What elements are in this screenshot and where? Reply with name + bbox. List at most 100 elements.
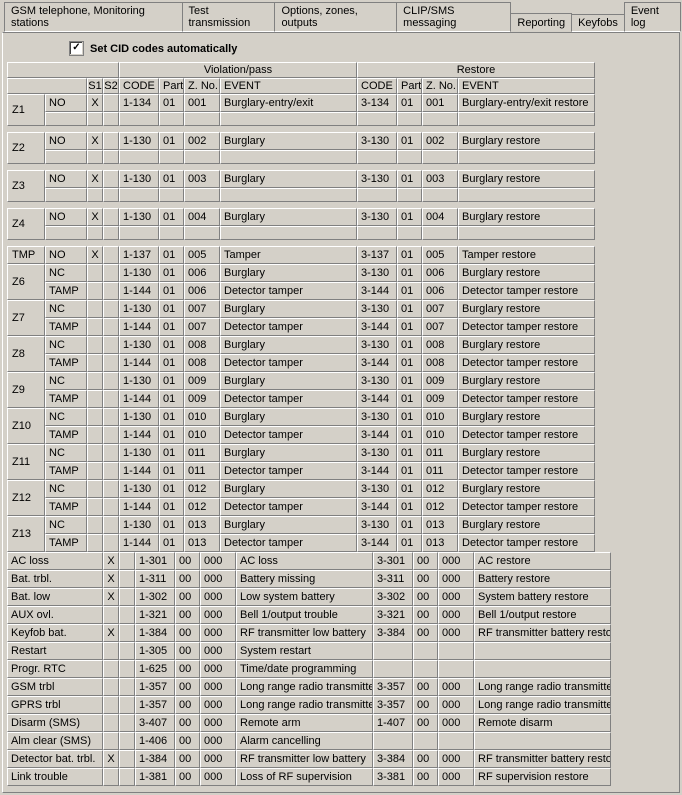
zone-z12-a-vcode[interactable]: 1-130 bbox=[119, 480, 159, 498]
tab-test-transmission[interactable]: Test transmission bbox=[182, 2, 276, 32]
zone-z7-a-s1[interactable] bbox=[87, 300, 103, 318]
tab-clip-sms-messaging[interactable]: CLIP/SMS messaging bbox=[396, 2, 511, 32]
zone-z10-b-s1[interactable] bbox=[87, 426, 103, 444]
misc-vpart[interactable]: 00 bbox=[175, 732, 200, 750]
zone-z4-a-s1[interactable]: X bbox=[87, 208, 103, 226]
misc-vzno[interactable]: 000 bbox=[200, 624, 236, 642]
zone-z9-b-vcode[interactable]: 1-144 bbox=[119, 390, 159, 408]
misc-s2[interactable] bbox=[119, 570, 135, 588]
misc-vcode[interactable]: 1-625 bbox=[135, 660, 175, 678]
zone-z8-b-rpart[interactable]: 01 bbox=[397, 354, 422, 372]
misc-rzno[interactable]: 000 bbox=[438, 714, 474, 732]
zone-z8-a-rpart[interactable]: 01 bbox=[397, 336, 422, 354]
zone-z11-b-sig[interactable]: TAMP bbox=[45, 462, 87, 480]
tmp-vcode[interactable]: 1-137 bbox=[119, 246, 159, 264]
zone-z6-b-s2[interactable] bbox=[103, 282, 119, 300]
zone-z4-a-vpart[interactable]: 01 bbox=[159, 208, 184, 226]
misc-vpart[interactable]: 00 bbox=[175, 624, 200, 642]
zone-z1-a-s1[interactable]: X bbox=[87, 94, 103, 112]
zone-z2-b-s2[interactable] bbox=[103, 150, 119, 164]
misc-vcode[interactable]: 1-357 bbox=[135, 678, 175, 696]
zone-z13-a-s1[interactable] bbox=[87, 516, 103, 534]
zone-z3-b-vzno[interactable] bbox=[184, 188, 220, 202]
zone-z1-b-sig[interactable] bbox=[45, 112, 87, 126]
zone-z1-b-vzno[interactable] bbox=[184, 112, 220, 126]
misc-s1[interactable] bbox=[103, 642, 119, 660]
misc-vzno[interactable]: 000 bbox=[200, 660, 236, 678]
misc-rcode[interactable]: 3-357 bbox=[373, 678, 413, 696]
zone-z12-a-rcode[interactable]: 3-130 bbox=[357, 480, 397, 498]
zone-z4-b-vzno[interactable] bbox=[184, 226, 220, 240]
misc-rpart[interactable]: 00 bbox=[413, 678, 438, 696]
zone-z12-b-rzno[interactable]: 012 bbox=[422, 498, 458, 516]
zone-z10-a-rzno[interactable]: 010 bbox=[422, 408, 458, 426]
zone-z8-b-vcode[interactable]: 1-144 bbox=[119, 354, 159, 372]
zone-z9-b-rcode[interactable]: 3-144 bbox=[357, 390, 397, 408]
zone-z11-a-rpart[interactable]: 01 bbox=[397, 444, 422, 462]
zone-z13-b-vcode[interactable]: 1-144 bbox=[119, 534, 159, 552]
misc-s2[interactable] bbox=[119, 552, 135, 570]
zone-z4-b-rcode[interactable] bbox=[357, 226, 397, 240]
zone-z11-b-rzno[interactable]: 011 bbox=[422, 462, 458, 480]
zone-z6-b-rpart[interactable]: 01 bbox=[397, 282, 422, 300]
misc-rcode[interactable]: 3-357 bbox=[373, 696, 413, 714]
misc-rpart[interactable]: 00 bbox=[413, 696, 438, 714]
zone-z1-a-rcode[interactable]: 3-134 bbox=[357, 94, 397, 112]
misc-rpart[interactable]: 00 bbox=[413, 588, 438, 606]
misc-vcode[interactable]: 1-311 bbox=[135, 570, 175, 588]
zone-z10-a-vcode[interactable]: 1-130 bbox=[119, 408, 159, 426]
zone-z7-a-rpart[interactable]: 01 bbox=[397, 300, 422, 318]
misc-rcode[interactable]: 1-407 bbox=[373, 714, 413, 732]
zone-z12-a-vpart[interactable]: 01 bbox=[159, 480, 184, 498]
zone-z6-b-rzno[interactable]: 006 bbox=[422, 282, 458, 300]
zone-z11-b-s2[interactable] bbox=[103, 462, 119, 480]
zone-z12-b-rcode[interactable]: 3-144 bbox=[357, 498, 397, 516]
zone-z13-a-rzno[interactable]: 013 bbox=[422, 516, 458, 534]
zone-z3-b-vpart[interactable] bbox=[159, 188, 184, 202]
zone-z3-a-rcode[interactable]: 3-130 bbox=[357, 170, 397, 188]
misc-rcode[interactable] bbox=[373, 732, 413, 750]
zone-z2-b-rcode[interactable] bbox=[357, 150, 397, 164]
zone-z3-b-s1[interactable] bbox=[87, 188, 103, 202]
zone-z13-b-s2[interactable] bbox=[103, 534, 119, 552]
zone-z6-b-rcode[interactable]: 3-144 bbox=[357, 282, 397, 300]
zone-z7-b-rcode[interactable]: 3-144 bbox=[357, 318, 397, 336]
misc-vzno[interactable]: 000 bbox=[200, 732, 236, 750]
zone-z2-a-rpart[interactable]: 01 bbox=[397, 132, 422, 150]
zone-z12-a-sig[interactable]: NC bbox=[45, 480, 87, 498]
zone-z1-b-vcode[interactable] bbox=[119, 112, 159, 126]
zone-z4-a-s2[interactable] bbox=[103, 208, 119, 226]
zone-z8-b-vpart[interactable]: 01 bbox=[159, 354, 184, 372]
tab-reporting[interactable]: Reporting bbox=[510, 13, 572, 32]
zone-z3-b-rcode[interactable] bbox=[357, 188, 397, 202]
zone-z1-a-sig[interactable]: NO bbox=[45, 94, 87, 112]
zone-z12-a-s2[interactable] bbox=[103, 480, 119, 498]
zone-z10-a-s2[interactable] bbox=[103, 408, 119, 426]
zone-z1-a-vcode[interactable]: 1-134 bbox=[119, 94, 159, 112]
zone-z13-b-rzno[interactable]: 013 bbox=[422, 534, 458, 552]
zone-z11-a-vzno[interactable]: 011 bbox=[184, 444, 220, 462]
zone-z10-a-rpart[interactable]: 01 bbox=[397, 408, 422, 426]
zone-z6-a-s1[interactable] bbox=[87, 264, 103, 282]
zone-z3-a-rzno[interactable]: 003 bbox=[422, 170, 458, 188]
zone-z1-b-s1[interactable] bbox=[87, 112, 103, 126]
misc-vcode[interactable]: 1-384 bbox=[135, 750, 175, 768]
zone-z13-a-vcode[interactable]: 1-130 bbox=[119, 516, 159, 534]
misc-rpart[interactable]: 00 bbox=[413, 768, 438, 786]
misc-rzno[interactable]: 000 bbox=[438, 588, 474, 606]
zone-z9-b-vzno[interactable]: 009 bbox=[184, 390, 220, 408]
zone-z1-a-rzno[interactable]: 001 bbox=[422, 94, 458, 112]
zone-z3-a-s1[interactable]: X bbox=[87, 170, 103, 188]
zone-z3-a-vcode[interactable]: 1-130 bbox=[119, 170, 159, 188]
zone-z9-a-sig[interactable]: NC bbox=[45, 372, 87, 390]
zone-z8-a-sig[interactable]: NC bbox=[45, 336, 87, 354]
zone-z11-a-rcode[interactable]: 3-130 bbox=[357, 444, 397, 462]
zone-z9-a-rpart[interactable]: 01 bbox=[397, 372, 422, 390]
misc-vpart[interactable]: 00 bbox=[175, 642, 200, 660]
zone-z10-a-sig[interactable]: NC bbox=[45, 408, 87, 426]
tmp-s1[interactable]: X bbox=[87, 246, 103, 264]
misc-s2[interactable] bbox=[119, 696, 135, 714]
zone-z1-a-vpart[interactable]: 01 bbox=[159, 94, 184, 112]
misc-rpart[interactable] bbox=[413, 732, 438, 750]
zone-z9-b-vpart[interactable]: 01 bbox=[159, 390, 184, 408]
